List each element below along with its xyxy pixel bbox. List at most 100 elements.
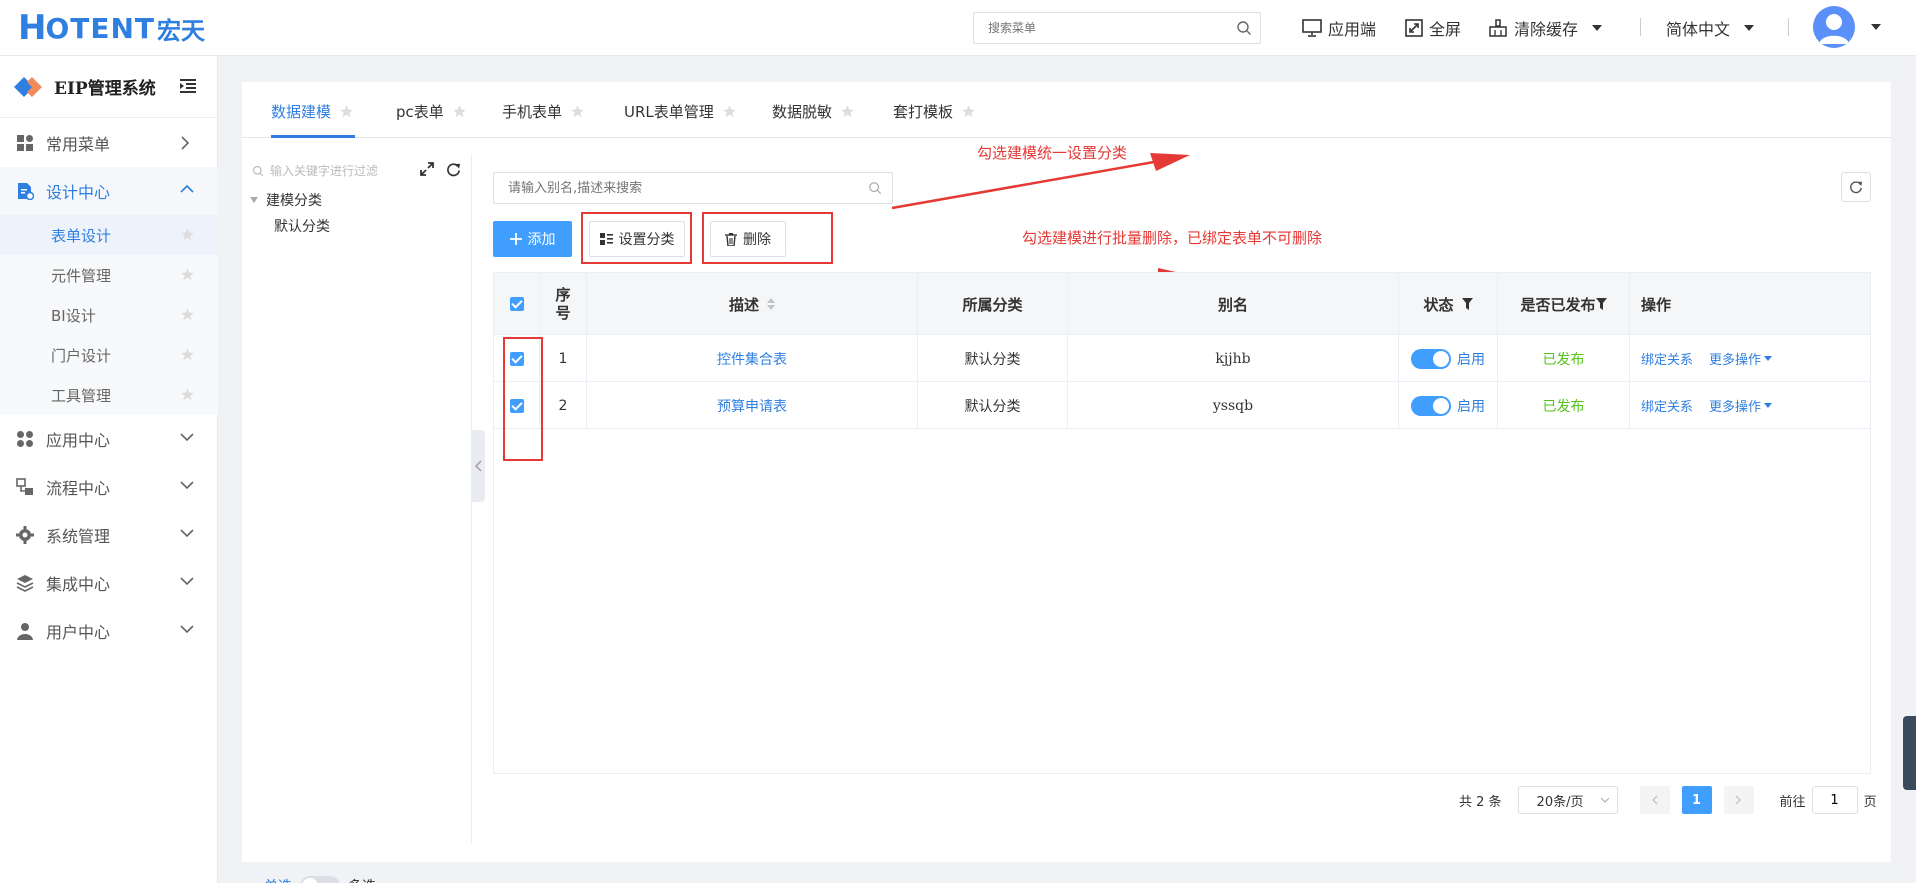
bind-relation-link[interactable]: 绑定关系	[1641, 396, 1693, 415]
grid-icon	[17, 135, 33, 151]
next-page-button[interactable]	[1723, 786, 1754, 814]
star-icon[interactable]	[961, 104, 976, 119]
system-title-bar: EIP管理系统	[0, 56, 218, 118]
caret-down-icon[interactable]	[250, 197, 258, 203]
header-published[interactable]: 是否已发布	[1498, 273, 1630, 335]
search-icon[interactable]	[1236, 20, 1252, 40]
goto-page-input[interactable]	[1811, 786, 1858, 814]
tab-data-modeling[interactable]: 数据建模	[271, 100, 354, 122]
tab-label: 手机表单	[502, 102, 563, 121]
star-icon[interactable]	[452, 104, 467, 119]
menu-search-input[interactable]	[974, 13, 1214, 43]
star-icon[interactable]	[840, 104, 855, 119]
sort-icon[interactable]	[767, 298, 775, 310]
header-index-line1: 序	[555, 286, 571, 304]
nav-common-menu[interactable]: 常用菜单	[0, 119, 218, 167]
refresh-icon[interactable]	[446, 162, 461, 177]
add-button[interactable]: 添加	[493, 221, 572, 257]
nav-app-center[interactable]: 应用中心	[0, 415, 218, 463]
top-header: H OTENT 宏天 应用端 全屏 清除缓存 简体中文	[0, 0, 1916, 56]
nav-system-management[interactable]: 系统管理	[0, 511, 218, 559]
star-icon[interactable]	[180, 387, 195, 402]
star-icon[interactable]	[180, 267, 195, 282]
page-number-current[interactable]: 1	[1681, 786, 1712, 814]
caret-down-icon	[1592, 25, 1603, 31]
star-icon[interactable]	[180, 227, 195, 242]
row-actions: 绑定关系 更多操作	[1630, 382, 1870, 429]
language-selector[interactable]: 简体中文	[1666, 16, 1760, 40]
side-widget-strip[interactable]	[1903, 716, 1916, 790]
search-icon	[252, 165, 264, 176]
row-desc-link[interactable]: 控件集合表	[587, 335, 918, 382]
menu-collapse-icon[interactable]	[180, 79, 196, 93]
nav-design-center[interactable]: 设计中心	[0, 167, 218, 215]
filter-icon[interactable]	[1461, 298, 1473, 310]
tab-print-template[interactable]: 套打模板	[893, 100, 976, 122]
tree-node-root[interactable]: 建模分类	[250, 190, 322, 210]
expand-icon[interactable]	[420, 162, 434, 176]
chevron-right-icon	[181, 136, 190, 150]
nav-flow-center[interactable]: 流程中心	[0, 463, 218, 511]
header-status[interactable]: 状态	[1399, 273, 1498, 335]
more-actions-dropdown[interactable]: 更多操作	[1709, 396, 1761, 415]
sub-component-management[interactable]: 元件管理	[0, 255, 218, 295]
header-actions: 操作	[1630, 273, 1870, 335]
nav-label: 流程中心	[46, 479, 111, 498]
sub-bi-design[interactable]: BI设计	[0, 295, 218, 335]
user-avatar[interactable]	[1813, 6, 1855, 48]
avatar-caret-icon[interactable]	[1871, 24, 1881, 30]
sub-portal-design[interactable]: 门户设计	[0, 335, 218, 375]
tab-pc-form[interactable]: pc表单	[396, 100, 467, 122]
sub-form-design[interactable]: 表单设计	[0, 215, 218, 255]
mode-switch[interactable]	[300, 876, 340, 883]
table-header: 序 号 描述 所属分类 别名 状态 是否已发布 操作	[494, 273, 1870, 335]
star-icon[interactable]	[180, 347, 195, 362]
tab-url-form[interactable]: URL表单管理	[624, 100, 737, 122]
page-unit-label: 页	[1863, 794, 1877, 810]
nav-user-center[interactable]: 用户中心	[0, 607, 218, 655]
sub-tool-management[interactable]: 工具管理	[0, 375, 218, 415]
prev-page-button[interactable]	[1639, 786, 1670, 814]
filter-icon[interactable]	[1595, 298, 1607, 310]
more-actions-dropdown[interactable]: 更多操作	[1709, 349, 1761, 368]
status-switch[interactable]	[1411, 395, 1451, 416]
system-title: EIP管理系统	[54, 79, 156, 99]
app-client-button[interactable]: 应用端	[1302, 16, 1376, 40]
select-all-checkbox[interactable]	[509, 297, 524, 311]
multi-select-label: 多选	[348, 876, 376, 883]
broom-icon	[1489, 19, 1507, 37]
nav-integration-center[interactable]: 集成中心	[0, 559, 218, 607]
bind-relation-link[interactable]: 绑定关系	[1641, 349, 1693, 368]
tab-mobile-form[interactable]: 手机表单	[502, 100, 585, 122]
table-row[interactable]: 1 控件集合表 默认分类 kjjhb 启用 已发布 绑定关系 更多操作	[494, 335, 1870, 382]
monitor-icon	[1302, 19, 1322, 37]
tree-node-default-category[interactable]: 默认分类	[274, 216, 330, 236]
tab-data-masking[interactable]: 数据脱敏	[772, 100, 855, 122]
star-icon[interactable]	[180, 307, 195, 322]
chevron-down-icon	[180, 481, 194, 490]
row-category: 默认分类	[918, 335, 1068, 382]
tree-collapse-handle[interactable]	[471, 430, 485, 502]
caret-down-icon[interactable]	[1764, 356, 1773, 361]
brand-logo[interactable]: H OTENT 宏天	[18, 8, 205, 48]
caret-down-icon[interactable]	[1764, 403, 1773, 408]
sidebar: EIP管理系统 常用菜单 设计中心 表单设计 元件管理 BI设计 门户设计 工具…	[0, 56, 218, 883]
row-desc-link[interactable]: 预算申请表	[587, 382, 918, 429]
row-index: 1	[540, 335, 587, 382]
star-icon[interactable]	[339, 104, 354, 119]
menu-search-box[interactable]	[973, 12, 1261, 44]
header-desc[interactable]: 描述	[587, 273, 918, 335]
clear-cache-label: 清除缓存	[1514, 20, 1579, 39]
page-size-select[interactable]: 20条/页	[1517, 786, 1618, 814]
status-switch[interactable]	[1411, 348, 1451, 369]
table-refresh-button[interactable]	[1841, 172, 1871, 202]
table-row[interactable]: 2 预算申请表 默认分类 yssqb 启用 已发布 绑定关系 更多操作	[494, 382, 1870, 429]
clear-cache-button[interactable]: 清除缓存	[1488, 16, 1608, 40]
fullscreen-button[interactable]: 全屏	[1405, 16, 1461, 40]
star-icon[interactable]	[570, 104, 585, 119]
star-icon[interactable]	[722, 104, 737, 119]
header-status-label: 状态	[1423, 295, 1454, 314]
header-select-all[interactable]	[494, 273, 540, 335]
tree-filter-input[interactable]: 输入关键字进行过滤	[252, 162, 378, 179]
selection-mode-toggle: 单选 多选	[264, 876, 376, 883]
